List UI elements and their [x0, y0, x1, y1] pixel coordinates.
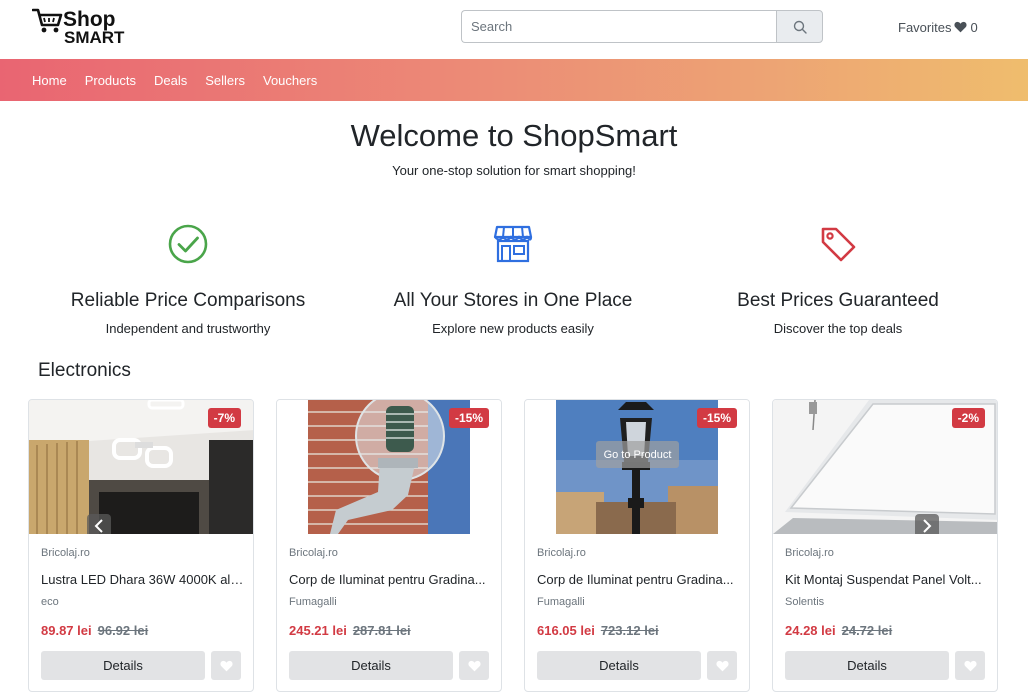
- search-icon: [793, 20, 807, 34]
- main-nav: Home Products Deals Sellers Vouchers: [0, 59, 1028, 101]
- product-prices: 89.87 lei 96.92 lei: [41, 623, 148, 638]
- product-prices: 616.05 lei 723.12 lei: [537, 623, 659, 638]
- search-button[interactable]: [776, 10, 823, 43]
- chevron-left-icon: [94, 519, 103, 533]
- product-card[interactable]: -15% Bricolaj.ro Corp de Iluminat pentru…: [276, 399, 502, 692]
- product-card[interactable]: -2% Bricolaj.ro Kit Montaj Suspendat Pan…: [772, 399, 998, 692]
- add-to-favorites-button[interactable]: [707, 651, 737, 680]
- product-seller: Bricolaj.ro: [41, 547, 90, 559]
- add-to-favorites-button[interactable]: [955, 651, 985, 680]
- product-prices: 245.21 lei 287.81 lei: [289, 623, 411, 638]
- heart-icon: [954, 21, 968, 33]
- feature-title: Best Prices Guaranteed: [737, 290, 939, 311]
- check-circle-icon: [168, 224, 208, 264]
- cart-logo-icon: Shop SMART: [32, 8, 125, 46]
- product-price: 245.21 lei: [289, 623, 347, 638]
- product-seller: Bricolaj.ro: [289, 547, 338, 559]
- go-to-product-button[interactable]: Go to Product: [596, 441, 679, 468]
- heart-icon: [219, 660, 233, 671]
- search-bar: [461, 10, 823, 43]
- product-seller: Bricolaj.ro: [785, 547, 834, 559]
- garden-lamp-photo: [308, 400, 470, 534]
- product-name[interactable]: Corp de Iluminat pentru Gradina...: [289, 572, 494, 587]
- feature-price-comparisons: Reliable Price Comparisons Independent a…: [25, 224, 351, 336]
- store-icon: [493, 225, 533, 263]
- product-prices: 24.28 lei 24.72 lei: [785, 623, 892, 638]
- product-brand: eco: [41, 596, 59, 608]
- details-button[interactable]: Details: [537, 651, 701, 680]
- product-seller: Bricolaj.ro: [537, 547, 586, 559]
- nav-item-home[interactable]: Home: [32, 73, 67, 88]
- search-input[interactable]: [461, 10, 776, 43]
- section-title-electronics: Electronics: [38, 360, 131, 381]
- discount-badge: -2%: [951, 408, 985, 428]
- product-card[interactable]: -15% Go to Product Bricolaj.ro Corp de I…: [524, 399, 750, 692]
- product-price: 89.87 lei: [41, 623, 92, 638]
- product-name[interactable]: Lustra LED Dhara 36W 4000K alb ...: [41, 572, 246, 587]
- nav-item-sellers[interactable]: Sellers: [205, 73, 245, 88]
- feature-subtitle: Independent and trustworthy: [105, 321, 271, 336]
- heart-icon: [467, 660, 481, 671]
- discount-badge: -15%: [448, 408, 489, 428]
- nav-item-deals[interactable]: Deals: [154, 73, 187, 88]
- product-old-price: 24.72 lei: [841, 623, 893, 638]
- header: Shop SMART Favorites 0: [0, 0, 1028, 59]
- feature-best-prices: Best Prices Guaranteed Discover the top …: [675, 224, 1001, 336]
- discount-badge: -7%: [207, 408, 241, 428]
- discount-badge: -15%: [696, 408, 737, 428]
- favorites-link[interactable]: Favorites 0: [898, 18, 978, 36]
- product-brand: Fumagalli: [289, 596, 337, 608]
- product-old-price: 287.81 lei: [352, 623, 411, 638]
- feature-stores: All Your Stores in One Place Explore new…: [350, 224, 676, 336]
- product-old-price: 723.12 lei: [600, 623, 659, 638]
- product-image[interactable]: -2%: [773, 400, 997, 534]
- feature-title: Reliable Price Comparisons: [70, 290, 306, 311]
- heart-icon: [963, 660, 977, 671]
- page-title: Welcome to ShopSmart: [350, 118, 678, 153]
- product-price: 616.05 lei: [537, 623, 595, 638]
- product-old-price: 96.92 lei: [97, 623, 149, 638]
- chevron-right-icon: [923, 519, 932, 533]
- product-card[interactable]: -7% Bricolaj.ro Lustra LED Dhara 36W 400…: [28, 399, 254, 692]
- favorites-count: 0: [970, 19, 978, 35]
- heart-icon: [715, 660, 729, 671]
- details-button[interactable]: Details: [289, 651, 453, 680]
- feature-title: All Your Stores in One Place: [393, 290, 633, 311]
- product-brand: Fumagalli: [537, 596, 585, 608]
- details-button[interactable]: Details: [41, 651, 205, 680]
- svg-text:SMART: SMART: [64, 28, 125, 46]
- product-name[interactable]: Kit Montaj Suspendat Panel Volt...: [785, 572, 990, 587]
- product-price: 24.28 lei: [785, 623, 836, 638]
- product-brand: Solentis: [785, 596, 825, 608]
- carousel-prev-button[interactable]: [87, 514, 111, 534]
- product-image[interactable]: -15%: [277, 400, 501, 534]
- favorites-label: Favorites: [898, 19, 952, 35]
- tag-icon: [821, 227, 856, 262]
- nav-item-vouchers[interactable]: Vouchers: [263, 73, 317, 88]
- details-button[interactable]: Details: [785, 651, 949, 680]
- add-to-favorites-button[interactable]: [459, 651, 489, 680]
- carousel-next-button[interactable]: [915, 514, 939, 534]
- nav-item-products[interactable]: Products: [85, 73, 136, 88]
- product-name[interactable]: Corp de Iluminat pentru Gradina...: [537, 572, 742, 587]
- product-image[interactable]: -15% Go to Product: [525, 400, 749, 534]
- page-subtitle: Your one-stop solution for smart shoppin…: [392, 163, 636, 178]
- feature-subtitle: Discover the top deals: [773, 321, 903, 336]
- add-to-favorites-button[interactable]: [211, 651, 241, 680]
- shopsmart-logo[interactable]: Shop SMART: [32, 6, 136, 46]
- product-image[interactable]: -7%: [29, 400, 253, 534]
- feature-subtitle: Explore new products easily: [432, 321, 594, 336]
